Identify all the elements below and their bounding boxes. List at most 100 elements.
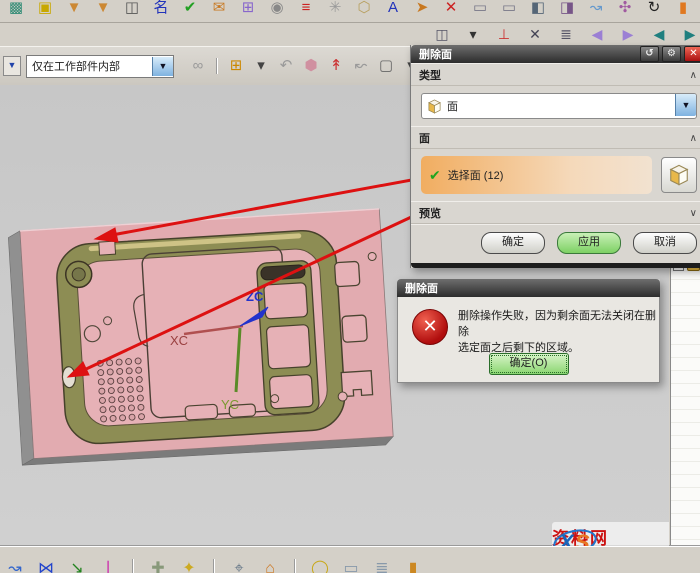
burst-icon[interactable]: ✳ — [325, 0, 345, 18]
load-options-icon[interactable]: ▣ — [35, 0, 55, 18]
window-style-dropdown-icon[interactable]: ▾ — [463, 24, 483, 44]
forward-purple-icon[interactable]: ▶ — [618, 24, 638, 44]
curve-icon[interactable]: ↜ — [351, 56, 371, 76]
lock-icon[interactable]: ◉ — [267, 0, 287, 18]
display-dropdown-icon[interactable]: ▼ — [3, 56, 21, 76]
type-section-label: 类型 — [419, 67, 441, 83]
preview-section-header[interactable]: 预览 ∨ — [411, 201, 700, 224]
snap-off-icon[interactable]: ✕ — [525, 24, 545, 44]
layers-icon[interactable]: ≣ — [372, 559, 392, 573]
window-wave-icon[interactable]: ◫ — [122, 0, 142, 18]
window1-icon[interactable]: ▭ — [470, 0, 490, 18]
refresh-rotate-icon[interactable]: ↻ — [644, 0, 664, 18]
collapse-section-icon[interactable]: ∧ — [690, 133, 697, 144]
forward-teal-icon[interactable]: ▶ — [680, 24, 700, 44]
watermark: X S 资料网 ZL.XS1616.COM — [552, 522, 669, 546]
filter-multi-icon[interactable]: ▼ — [93, 0, 113, 18]
face-type-cube-icon — [427, 99, 442, 114]
block-icon[interactable]: ▮ — [403, 559, 423, 573]
pin-icon[interactable]: ⌖ — [229, 559, 249, 573]
plus-icon[interactable]: ✚ — [148, 559, 168, 573]
svg-text:S: S — [575, 530, 590, 546]
cube-icon[interactable]: ⬡ — [354, 0, 374, 18]
cancel-button[interactable]: 取消 — [633, 232, 697, 254]
toolbar-separator — [294, 559, 296, 573]
fit-icon[interactable]: ⋈ — [36, 559, 56, 573]
yc-axis-label: YC — [221, 397, 239, 412]
toolbar-separator — [216, 58, 218, 74]
face-select-button[interactable] — [661, 157, 697, 193]
error-message: 删除操作失败，因为剩余面无法关闭在删除 选定面之后剩下的区域。 — [458, 308, 659, 356]
select-cube-icon — [668, 164, 690, 186]
export-icon[interactable]: ✉ — [209, 0, 229, 18]
view-style-icon[interactable]: ◧ — [528, 0, 548, 18]
collapse-section-icon[interactable]: ∧ — [690, 70, 697, 81]
expand-section-icon[interactable]: ∨ — [690, 208, 697, 219]
error-icon: ✕ — [412, 309, 448, 345]
face-section-label: 面 — [419, 130, 430, 146]
selection-scope-dropdown-icon[interactable]: ▼ — [152, 57, 173, 76]
error-dialog-titlebar[interactable]: 删除面 — [397, 279, 660, 297]
view-navigation-toolbar: ◫▾⊥✕≣◀▶◀▶◀ — [432, 22, 700, 45]
ok-button[interactable]: 确定 — [481, 232, 545, 254]
home-icon[interactable]: ⌂ — [260, 559, 280, 573]
add-snap-dropdown-icon[interactable]: ▾ — [251, 56, 271, 76]
type-dropdown-value: 面 — [447, 98, 458, 114]
filter-icon[interactable]: ▼ — [64, 0, 84, 18]
vector-green-icon[interactable]: ↘ — [67, 559, 87, 573]
csys-orient-icon[interactable]: ⊥ — [494, 24, 514, 44]
back-purple-icon[interactable]: ◀ — [587, 24, 607, 44]
assemblies-icon[interactable]: ▩ — [6, 0, 26, 18]
dialog-title: 删除面 — [419, 46, 452, 62]
vector-up-icon[interactable]: ↟ — [326, 56, 346, 76]
selection-check-icon: ✔ — [429, 167, 441, 184]
orient-view-icon[interactable]: ↝ — [5, 559, 25, 573]
dialog-resize-edge[interactable] — [411, 263, 700, 268]
pattern-icon[interactable]: ⊞ — [238, 0, 258, 18]
dialog-reset-icon[interactable]: ↺ — [640, 46, 659, 62]
selection-scope-combo[interactable]: 仅在工作部件内部 ▼ — [26, 55, 174, 78]
window2-icon[interactable]: ▭ — [499, 0, 519, 18]
line-magenta-icon[interactable]: ∣ — [98, 559, 118, 573]
error-ok-button[interactable]: 确定(O) — [489, 353, 569, 375]
attributes-icon[interactable]: 名 — [151, 0, 171, 18]
error-dialog-title: 删除面 — [405, 280, 438, 296]
face-section-header[interactable]: 面 ∧ — [411, 126, 700, 149]
delete-face-dialog-titlebar[interactable]: 删除面 ↺ ⚙ ✕ — [411, 45, 700, 63]
dialog-settings-icon[interactable]: ⚙ — [662, 46, 681, 62]
dialog-close-icon[interactable]: ✕ — [684, 46, 700, 62]
bottom-toolbar: ↝ ⋈ ↘ ∣ ✚ ✦ ⌖ ⌂ ◯ ▭ ≣ ▮ — [0, 546, 700, 573]
type-section-header[interactable]: 类型 ∧ — [411, 63, 700, 86]
grab-icon[interactable]: ➤ — [412, 0, 432, 18]
window-style-icon[interactable]: ◫ — [432, 24, 452, 44]
sketch-point-icon[interactable]: ✦ — [179, 559, 199, 573]
find-icon[interactable]: ∞ — [188, 56, 208, 76]
delete-face-error-dialog: 删除面 ✕ 删除操作失败，因为剩余面无法关闭在删除 选定面之后剩下的区域。 确定… — [397, 279, 660, 383]
sheets-icon[interactable]: ≣ — [556, 24, 576, 44]
type-dropdown-icon[interactable]: ▼ — [675, 94, 696, 116]
add-snap-icon[interactable]: ⊞ — [226, 56, 246, 76]
select-rect-icon[interactable]: ▢ — [376, 56, 396, 76]
slab-icon[interactable]: ▭ — [341, 559, 361, 573]
select-face-row[interactable]: ✔ 选择面 (12) — [421, 156, 652, 194]
nx-application-window: ▩▣▼▼◫名✔✉⊞◉≡✳⬡A➤✕▭▭◧◨↝✣↻▮ ◫▾⊥✕≣◀▶◀▶◀ ▼ 仅在… — [0, 0, 700, 573]
delete-x-icon[interactable]: ✕ — [441, 0, 461, 18]
preview-section-label: 预览 — [419, 205, 441, 221]
view-layout-icon[interactable]: ◨ — [557, 0, 577, 18]
back-teal-icon[interactable]: ◀ — [649, 24, 669, 44]
cam-icon[interactable]: ▮ — [673, 0, 693, 18]
type-dropdown[interactable]: 面 ▼ — [421, 93, 697, 119]
solid-face-icon[interactable]: ⬢ — [301, 56, 321, 76]
select-face-label: 选择面 (12) — [448, 167, 504, 183]
top-toolbar: ▩ ▣ ▼ ▼ ◫ 名 ✔ ✉ ⊞ ◉ ≡ ✳ ⬡ A ➤ ✕ ▭ ▭ ◧ ◨ ↝ ✣ ↻ ▮ — [0, 0, 700, 23]
xc-axis-label: XC — [170, 333, 188, 348]
check-mate-icon[interactable]: ✔ — [180, 0, 200, 18]
circle-icon[interactable]: ◯ — [310, 559, 330, 573]
motion-icon[interactable]: ↝ — [586, 0, 606, 18]
toolbar-separator — [213, 559, 215, 573]
list-icon[interactable]: ≡ — [296, 0, 316, 18]
undo-selection-icon[interactable]: ↶ — [276, 56, 296, 76]
annotate-icon[interactable]: A — [383, 0, 403, 18]
apply-button[interactable]: 应用 — [557, 232, 621, 254]
tools-icon[interactable]: ✣ — [615, 0, 635, 18]
